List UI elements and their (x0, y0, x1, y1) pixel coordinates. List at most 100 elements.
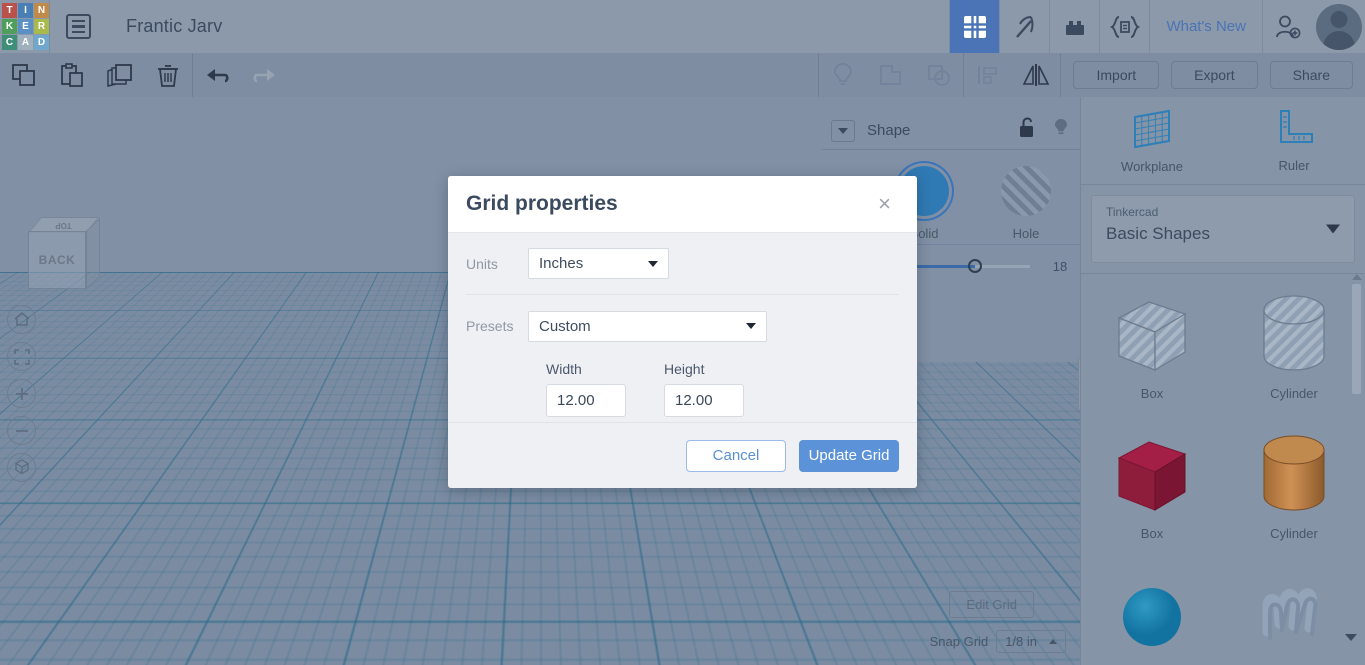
shape-item-cylinder-orange[interactable]: Cylinder (1223, 428, 1365, 568)
presets-label: Presets (466, 318, 514, 334)
main-menu-button[interactable] (50, 0, 106, 53)
snap-grid-control: Snap Grid 1/8 in (930, 630, 1066, 653)
workplane-icon (1134, 109, 1170, 149)
presets-field-row: Presets Custom (466, 295, 899, 357)
logo-tile-a-7: A (18, 35, 33, 50)
duplicate-button[interactable] (96, 53, 144, 97)
hatched-box-icon (1111, 288, 1193, 386)
sidebar-scrollbar[interactable] (1352, 284, 1361, 394)
shape-item-sphere[interactable]: Sphere (1081, 568, 1223, 651)
group-button[interactable] (867, 53, 915, 97)
shape-row: Box Cylinder (1081, 288, 1365, 428)
ungroup-button[interactable] (915, 53, 963, 97)
close-icon[interactable]: × (872, 189, 897, 219)
caret-up-icon (1049, 639, 1057, 644)
chevron-down-icon (648, 260, 658, 267)
shape-item-box-red[interactable]: Box (1081, 428, 1223, 568)
tinkercad-logo[interactable]: TIN KER CAD (2, 3, 49, 50)
cancel-button[interactable]: Cancel (686, 439, 786, 472)
tab-codeblocks[interactable] (1099, 0, 1149, 53)
grid-designs-icon (963, 15, 986, 38)
tab-3d-designs[interactable] (949, 0, 1000, 53)
lightbulb-icon (834, 63, 853, 85)
export-button[interactable]: Export (1171, 61, 1258, 89)
snap-grid-select[interactable]: 1/8 in (996, 630, 1066, 653)
shape-name: Box (1140, 526, 1164, 541)
zoom-in-icon (15, 387, 28, 400)
import-button[interactable]: Import (1073, 61, 1160, 89)
width-label: Width (546, 361, 582, 377)
fit-to-view-button[interactable] (7, 342, 36, 371)
tab-minecraft[interactable] (999, 0, 1049, 53)
dimensions-row: Width Height (466, 357, 899, 417)
logo-tile-c-6: C (2, 35, 17, 50)
units-select[interactable]: Inches (528, 248, 669, 279)
teal-sphere-icon (1117, 568, 1187, 651)
edit-grid-button[interactable]: Edit Grid (949, 591, 1034, 618)
shapes-sidebar: Workplane Ruler Tinkercad Basic Shapes B… (1080, 97, 1365, 665)
shape-row: Box Cylinder (1081, 428, 1365, 568)
perspective-toggle-button[interactable] (7, 453, 36, 482)
zoom-in-button[interactable] (7, 379, 36, 408)
invite-collaborator-button[interactable] (1262, 0, 1312, 53)
slider-knob[interactable] (967, 259, 982, 273)
dialog-title: Grid properties (466, 192, 618, 215)
align-button[interactable] (964, 53, 1012, 97)
lightbulb-icon (1055, 119, 1067, 135)
whats-new-link[interactable]: What's New (1149, 0, 1262, 53)
hole-hatch-swatch[interactable] (1001, 166, 1051, 216)
shape-library-dropdown[interactable]: Tinkercad Basic Shapes (1091, 195, 1355, 263)
redo-button[interactable] (241, 53, 289, 97)
shape-item-box-hole[interactable]: Box (1081, 288, 1223, 428)
scroll-down-icon[interactable] (1345, 634, 1357, 641)
shape-name: Box (1140, 386, 1164, 401)
add-person-icon (1275, 15, 1300, 38)
undo-button[interactable] (193, 53, 241, 97)
tab-blocks[interactable] (1049, 0, 1099, 53)
sidebar-tool-ruler[interactable]: Ruler (1223, 97, 1365, 184)
presets-select[interactable]: Custom (528, 310, 767, 342)
user-avatar[interactable] (1316, 3, 1362, 50)
shape-item-scribble[interactable]: Scribble (1223, 568, 1365, 651)
view-cube[interactable]: TOP BACK (28, 217, 100, 289)
pickaxe-minecraft-icon (1016, 15, 1034, 38)
height-group: Height (664, 361, 744, 417)
sidebar-tool-workplane[interactable]: Workplane (1081, 97, 1223, 184)
width-input[interactable] (546, 384, 626, 417)
scribble-icon (1257, 568, 1331, 651)
slider-value: 18 (1052, 259, 1068, 274)
hole-swatch-option[interactable]: Hole (1001, 166, 1051, 241)
presets-value: Custom (539, 317, 591, 335)
sidebar-tool-workplane-label: Workplane (1121, 159, 1183, 174)
library-collection-label: Basic Shapes (1106, 224, 1210, 243)
height-input[interactable] (664, 384, 744, 417)
chevron-down-icon (1326, 224, 1340, 234)
view-controls (7, 305, 36, 482)
codeblocks-icon (1109, 15, 1140, 38)
ungroup-icon (928, 65, 951, 86)
perspective-toggle-icon (14, 459, 29, 475)
scroll-up-icon[interactable] (1352, 274, 1362, 280)
shape-item-cylinder-hole[interactable]: Cylinder (1223, 288, 1365, 428)
mirror-button[interactable] (1012, 53, 1060, 97)
chevron-down-icon (746, 323, 756, 329)
inspector-collapse-button[interactable] (831, 119, 855, 142)
hole-swatch-label: Hole (1012, 226, 1040, 241)
view-cube-top-label: TOP (55, 220, 72, 230)
paste-button[interactable] (48, 53, 96, 97)
home-view-button[interactable] (7, 305, 36, 334)
inspector-title: Shape (867, 122, 911, 139)
lock-toggle-button[interactable] (1018, 117, 1036, 144)
width-group: Width (546, 361, 626, 417)
library-source-label: Tinkercad (1106, 205, 1159, 219)
home-view-icon (14, 312, 29, 326)
lightbulb-button[interactable] (819, 53, 867, 97)
zoom-out-button[interactable] (7, 416, 36, 445)
delete-button[interactable] (144, 53, 192, 97)
update-grid-button[interactable]: Update Grid (799, 439, 899, 472)
visibility-toggle-button[interactable] (1052, 117, 1070, 144)
view-cube-front-face[interactable]: BACK (28, 231, 86, 289)
copy-button[interactable] (0, 53, 48, 97)
view-cube-side-face[interactable] (86, 218, 100, 289)
share-button[interactable]: Share (1269, 61, 1353, 89)
